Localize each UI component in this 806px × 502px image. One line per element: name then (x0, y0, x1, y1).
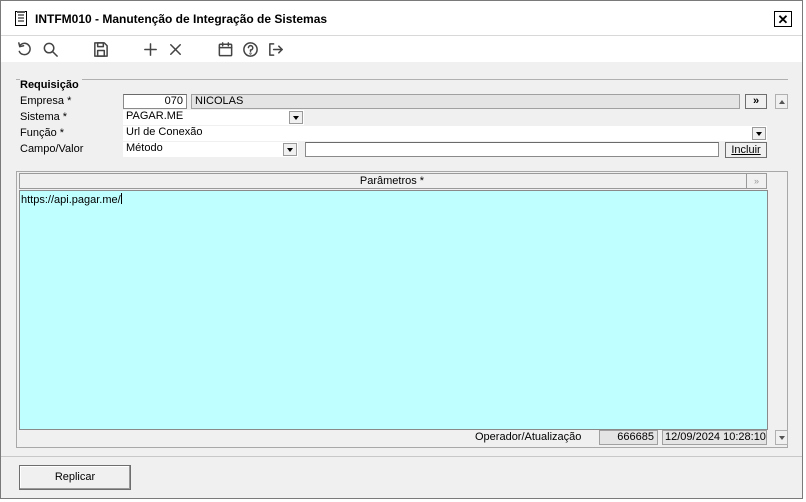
form-document-icon (15, 11, 27, 26)
parametros-header: Parâmetros * (19, 173, 765, 189)
replicar-button[interactable]: Replicar (19, 465, 131, 490)
chevron-down-icon[interactable] (752, 127, 766, 140)
save-button[interactable] (90, 39, 110, 59)
empresa-code-field[interactable]: 070 (123, 94, 187, 109)
toolbar (1, 36, 802, 62)
window-title: INTFM010 - Manutenção de Integração de S… (35, 12, 328, 26)
campo-valor-label: Campo/Valor (20, 143, 84, 155)
add-icon (143, 42, 157, 56)
scroll-down-button[interactable] (775, 430, 788, 445)
empresa-name-field: NICOLAS (191, 94, 740, 109)
campo-value: Método (126, 142, 163, 154)
operador-field: 666685 (599, 430, 658, 445)
search-button[interactable] (40, 39, 60, 59)
calendar-button[interactable] (215, 39, 235, 59)
chevron-down-icon[interactable] (283, 143, 297, 156)
sistema-select[interactable]: PAGAR.ME (123, 110, 304, 125)
section-divider (16, 79, 788, 80)
atualizacao-field: 12/09/2024 10:28:10 (662, 430, 767, 445)
exit-button[interactable] (265, 39, 285, 59)
funcao-label: Função * (20, 127, 65, 139)
undo-icon (17, 41, 31, 55)
undo-button[interactable] (14, 39, 34, 59)
parametros-expand-button[interactable]: » (746, 173, 767, 189)
empresa-label: Empresa * (20, 95, 72, 107)
save-icon (93, 41, 108, 57)
bottom-divider (1, 456, 802, 457)
search-icon (43, 42, 58, 57)
operador-atualizacao-label: Operador/Atualização (475, 431, 582, 443)
replicar-label: Replicar (54, 471, 96, 483)
chevron-down-icon[interactable] (289, 111, 303, 124)
parametros-value: https://api.pagar.me/ (21, 194, 121, 206)
title-bar: INTFM010 - Manutenção de Integração de S… (1, 1, 802, 36)
funcao-value: Url de Conexão (126, 126, 203, 138)
parametros-textarea[interactable]: https://api.pagar.me/ (19, 190, 768, 430)
incluir-button[interactable]: Incluir (725, 142, 767, 158)
sistema-label: Sistema * (20, 111, 68, 123)
funcao-select[interactable]: Url de Conexão (123, 126, 767, 141)
close-button[interactable]: ✕ (774, 11, 792, 27)
section-title-requisicao: Requisição (20, 79, 82, 91)
calendar-icon (218, 41, 232, 56)
scroll-up-button[interactable] (775, 94, 788, 109)
text-caret (120, 193, 122, 204)
help-icon (242, 41, 258, 57)
delete-button[interactable] (165, 39, 185, 59)
campo-select[interactable]: Método (123, 142, 298, 157)
sistema-value: PAGAR.ME (126, 110, 184, 122)
help-button[interactable] (240, 39, 260, 59)
valor-input[interactable] (305, 142, 719, 157)
main-window: INTFM010 - Manutenção de Integração de S… (0, 0, 803, 499)
empresa-lookup-button[interactable]: » (745, 94, 767, 109)
incluir-label: Incluir (731, 144, 761, 156)
exit-icon (268, 42, 283, 56)
add-button[interactable] (140, 39, 160, 59)
close-icon: ✕ (777, 11, 789, 27)
delete-icon (169, 43, 181, 55)
